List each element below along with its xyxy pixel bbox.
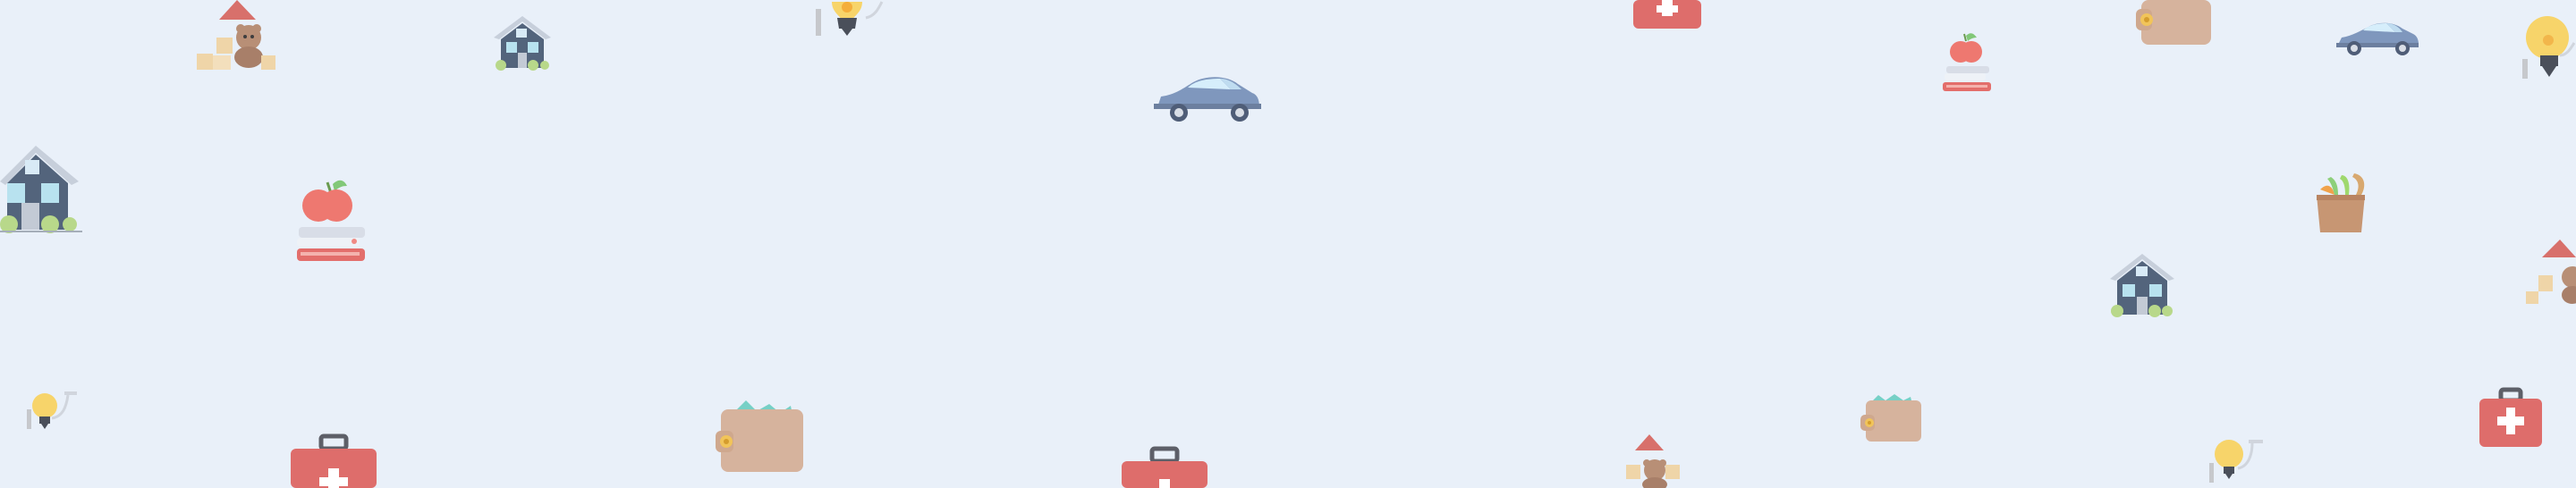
lightbulb-icon <box>816 0 887 43</box>
toy-house-bear-icon <box>1619 433 1689 488</box>
lightbulb-icon <box>27 388 80 442</box>
pattern-background <box>0 0 2576 488</box>
car-icon <box>2336 18 2419 57</box>
toy-house-bear-icon <box>197 0 277 72</box>
first-aid-kit-icon <box>291 433 377 488</box>
house-icon <box>0 139 82 235</box>
wallet-icon <box>716 397 805 477</box>
house-icon <box>2106 250 2178 318</box>
apple-books-icon <box>292 177 370 270</box>
first-aid-kit-icon <box>1122 446 1208 488</box>
first-aid-kit-icon <box>2479 387 2542 449</box>
car-icon <box>1154 72 1261 123</box>
wallet-icon <box>2136 0 2213 46</box>
lightbulb-icon <box>2207 436 2267 488</box>
house-icon <box>490 14 555 72</box>
groceries-bag-icon <box>2311 170 2376 234</box>
wallet-icon <box>1860 390 1921 443</box>
toy-house-bear-icon <box>2526 240 2576 307</box>
lightbulb-icon <box>2521 13 2576 89</box>
apple-books-icon <box>1939 30 1995 95</box>
first-aid-kit-icon <box>1633 0 1701 29</box>
